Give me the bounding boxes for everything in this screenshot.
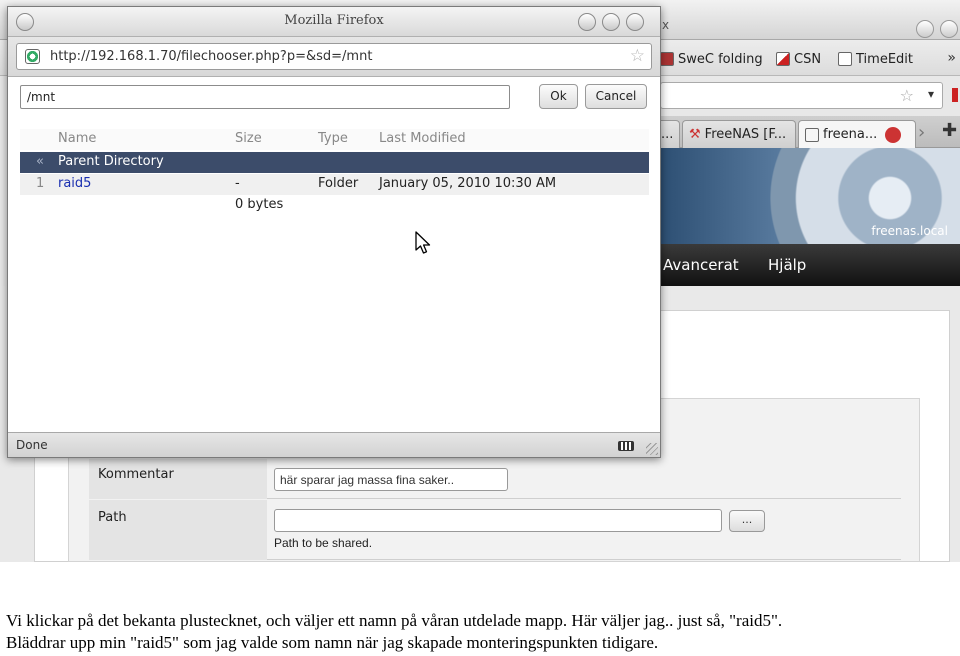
nav-item-hjalp[interactable]: Hjälp [768,256,806,274]
table-row[interactable]: 1 raid5 - Folder January 05, 2010 10:30 … [20,174,649,195]
resize-grip-icon[interactable] [646,443,658,455]
tab-freenas[interactable]: ⚒ FreeNAS [F... [682,120,796,148]
total-size: 0 bytes [235,197,284,212]
freenas-favicon-icon: ⚒ [689,127,701,142]
column-header-name[interactable]: Name [58,131,96,146]
column-header-last-modified[interactable]: Last Modified [379,131,466,146]
popup-titlebar: Mozilla Firefox [8,7,660,37]
row-last-modified: January 05, 2010 10:30 AM [379,176,557,191]
extension-icon[interactable] [952,88,958,102]
path-help-text: Path to be shared. [274,536,373,550]
popup-url-row: http://192.168.1.70/filechooser.php?p=&s… [8,37,660,77]
url-text: http://192.168.1.70/filechooser.php?p=&s… [50,49,373,64]
chevron-right-icon[interactable]: › [918,122,925,143]
chevron-down-icon[interactable]: ▾ [928,87,934,101]
row-number: 1 [36,176,45,191]
background-title-fragment: x [662,18,670,32]
directory-input[interactable]: /mnt [20,85,510,109]
status-text: Done [16,438,48,452]
bookmark-label: SweC folding [678,51,763,67]
maximize-button[interactable] [940,20,958,38]
table-header-row: Name Size Type Last Modified [20,129,649,150]
caption-line-2: Bläddrar upp min "raid5" som jag valde s… [6,633,659,652]
folder-link-raid5[interactable]: raid5 [58,176,91,191]
column-header-type[interactable]: Type [318,131,348,146]
mouse-cursor-icon [415,231,431,254]
row-type: Folder [318,176,359,191]
site-identity-icon[interactable] [25,49,40,64]
filechooser-content: /mnt Ok Cancel Name Size Type Last Modif… [8,77,660,431]
path-label: Path [98,510,127,525]
host-label: freenas.local [871,224,948,238]
addon-status-icon[interactable] [618,441,634,451]
form-label-cell: Path [89,500,267,560]
cancel-button[interactable]: Cancel [585,84,647,109]
close-icon[interactable] [885,126,902,143]
background-url-bar[interactable]: ☆ ▾ [660,82,943,109]
close-button[interactable] [626,13,644,31]
tab-freenas-local[interactable]: freena... [798,120,916,148]
star-icon[interactable]: ☆ [900,86,914,105]
parent-marker-icon: « [36,154,44,169]
column-header-size[interactable]: Size [235,131,262,146]
popup-status-bar: Done [8,432,660,457]
bookmark-label: TimeEdit [856,51,913,67]
minimize-button[interactable] [916,20,934,38]
tab-label: freena... [823,127,878,142]
bookmarks-overflow-icon[interactable]: » [947,50,956,66]
bookmark-timeedit[interactable]: TimeEdit [838,50,913,68]
caption-line-1: Vi klickar på det bekanta plustecknet, o… [6,611,783,630]
bookmark-csn[interactable]: CSN [776,50,821,68]
minimize-button[interactable] [578,13,596,31]
maximize-button[interactable] [602,13,620,31]
row-size: - [235,176,240,191]
kommentar-label: Kommentar [98,467,174,482]
ok-button[interactable]: Ok [539,84,578,109]
bookmark-icon [776,52,790,66]
main-nav-bar: Avancerat Hjälp [660,244,960,286]
new-tab-plus-icon[interactable]: ✚ [942,120,957,141]
browse-button[interactable]: ... [729,510,765,532]
page-favicon-icon [805,127,819,142]
parent-directory-row[interactable]: « Parent Directory [20,152,649,173]
bookmark-icon [838,52,852,66]
kommentar-input[interactable]: här sparar jag massa fina saker.. [274,468,508,491]
popup-url-bar[interactable]: http://192.168.1.70/filechooser.php?p=&s… [16,43,652,70]
bookmark-swec-folding[interactable]: SweC folding [660,50,763,68]
tab-label: FreeNAS [F... [704,127,787,142]
freenas-header-banner: freenas.local [660,148,960,244]
background-tab-strip: ... ⚒ FreeNAS [F... freena... › ✚ [654,116,960,148]
parent-directory-link[interactable]: Parent Directory [58,154,164,169]
star-icon[interactable]: ☆ [630,46,645,66]
popup-title: Mozilla Firefox [284,13,384,28]
path-input[interactable] [274,509,722,532]
tab-label: ... [661,127,674,142]
caption: Vi klickar på det bekanta plustecknet, o… [6,610,956,654]
bookmark-label: CSN [794,51,822,67]
filechooser-popup-window: Mozilla Firefox http://192.168.1.70/file… [7,6,661,458]
form-label-cell: Kommentar [89,459,267,499]
nav-item-avancerat[interactable]: Avancerat [663,256,739,274]
bookmark-icon [660,52,674,66]
